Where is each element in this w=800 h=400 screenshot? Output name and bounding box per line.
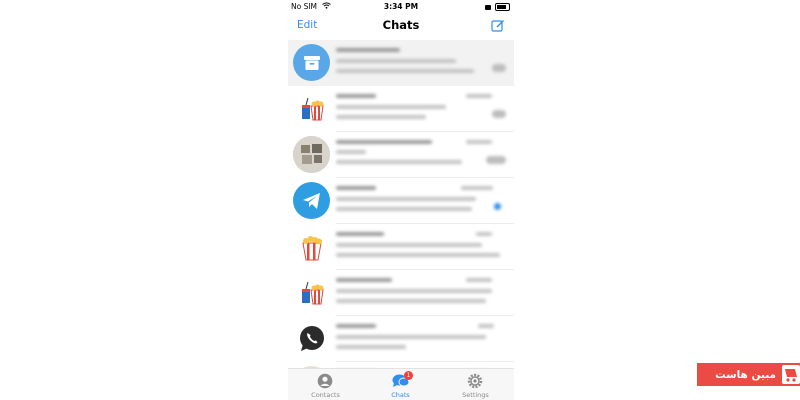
tab-label: Contacts [311,391,340,399]
tab-chats[interactable]: 1 Chats [363,369,438,400]
popcorn-icon [293,228,330,265]
contacts-icon [317,373,333,389]
archived-chats-row[interactable] [288,40,514,86]
compose-icon[interactable] [491,18,505,32]
chat-row[interactable] [288,132,514,178]
blurred-chat-preview [336,138,510,174]
chat-list[interactable] [288,38,514,400]
status-right [485,3,510,11]
navigation-bar: Edit Chats [288,14,514,38]
blurred-chat-preview [336,46,510,82]
archive-icon [293,44,330,81]
popcorn-drink-icon [293,274,330,311]
blurred-chat-preview [336,230,510,266]
tab-settings[interactable]: Settings [438,369,513,400]
status-time: 3:34 PM [383,2,419,11]
chat-row[interactable] [288,86,514,132]
telegram-icon [293,182,330,219]
watermark-mark-icon [782,365,800,384]
tab-label: Settings [462,391,489,399]
chat-row[interactable] [288,316,514,362]
tab-label: Chats [391,391,410,399]
watermark-text: مبین هاست [715,368,776,381]
blurred-chat-preview [336,322,510,358]
chat-row[interactable] [288,270,514,316]
settings-icon [467,373,483,389]
tab-bar: Contacts 1 Chats Settings [288,368,514,400]
whatsapp-icon [293,320,330,357]
blurred-chat-preview [336,276,510,312]
tab-contacts[interactable]: Contacts [288,369,363,400]
unread-badge: 1 [404,371,413,380]
chat-row[interactable] [288,224,514,270]
chat-row[interactable] [288,178,514,224]
page-title: Chats [382,18,420,32]
status-bar: No SIM 3:34 PM [288,0,514,14]
orientation-lock-icon [485,4,491,10]
popcorn-drink-icon [293,90,330,127]
group-photo-avatar [293,136,330,173]
battery-icon [495,3,510,11]
blurred-chat-preview [336,92,510,128]
blurred-chat-preview [336,184,510,220]
phone-screen: No SIM 3:34 PM Edit Chats Contacts 1 Cha… [288,0,514,400]
